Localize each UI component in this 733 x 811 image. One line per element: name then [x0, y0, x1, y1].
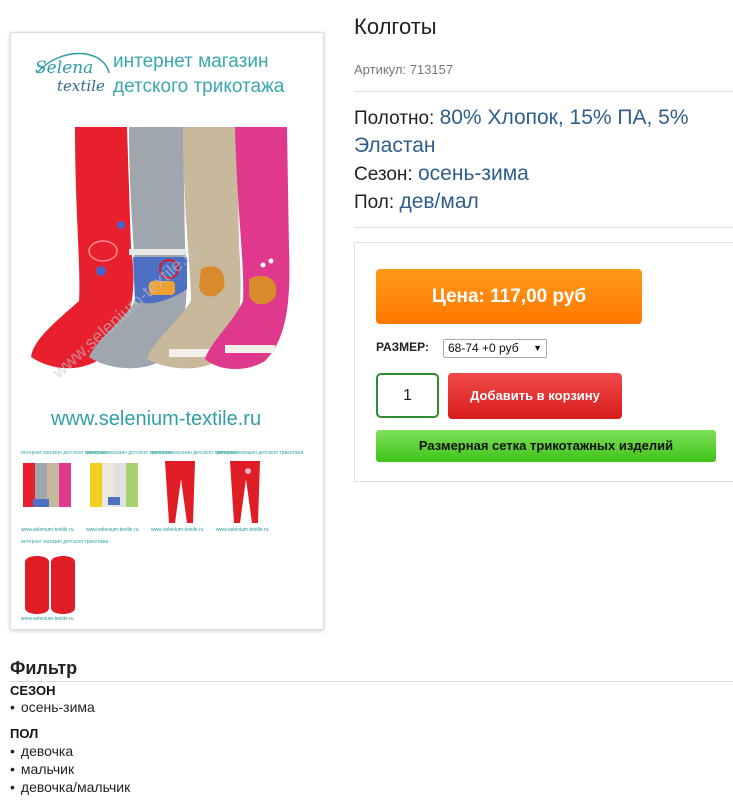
size-chart-button[interactable]: Размерная сетка трикотажных изделий: [376, 430, 716, 462]
filter-group-gender: ПОЛ: [10, 726, 39, 741]
divider: [354, 227, 733, 228]
main-product-image[interactable]: Selena textile интернет магазин детского…: [19, 39, 317, 443]
filter-title: Фильтр: [10, 658, 78, 678]
sku-label: Артикул:: [354, 62, 407, 77]
gallery-header-line1: интернет магазин: [113, 51, 268, 72]
thumb-header: интернет магазин детского трикотажа: [216, 450, 304, 456]
property-value: осень-зима: [418, 162, 529, 185]
thumbnail-2[interactable]: интернет магазин детского трикотажа www.…: [84, 449, 173, 534]
product-title: Колготы: [354, 14, 437, 39]
gallery-site-url: www.selenium-textile.ru: [50, 408, 261, 430]
thumb-url: www.selenium-textile.ru: [216, 527, 269, 533]
property-label: Полотно:: [354, 108, 435, 129]
filter-season-list: осень-зима: [10, 698, 95, 716]
divider: [10, 681, 733, 682]
svg-text:Selena: Selena: [35, 58, 93, 78]
thumb-url: www.selenium-textile.ru: [21, 616, 74, 622]
gallery-header-line2: детского трикотажа: [113, 76, 285, 97]
product-sku: Артикул: 713157: [354, 62, 453, 77]
thumb-image: [23, 463, 71, 507]
buy-box: Цена: 117,00 руб РАЗМЕР: 68-74 +0 руб ▼ …: [354, 242, 733, 482]
thumb-url: www.selenium-textile.ru: [151, 527, 204, 533]
property-gender: Пол: дев/мал: [354, 188, 724, 216]
size-selected-value: 68-74 +0 руб: [448, 341, 519, 355]
product-properties: Полотно: 80% Хлопок, 15% ПА, 5% Эластан …: [354, 104, 724, 216]
filter-option[interactable]: мальчик: [10, 760, 130, 778]
thumb-url: www.selenium-textile.ru: [21, 527, 74, 533]
filter-group-season: СЕЗОН: [10, 683, 56, 698]
filter-option[interactable]: девочка/мальчик: [10, 778, 130, 796]
property-value: дев/мал: [399, 190, 479, 213]
product-gallery: Selena textile интернет магазин детского…: [10, 32, 324, 630]
quantity-input[interactable]: 1: [376, 373, 439, 418]
property-label: Сезон:: [354, 164, 413, 185]
thumb-image: [165, 461, 195, 523]
thumb-url: www.selenium-textile.ru: [86, 527, 139, 533]
thumb-header: интернет магазин детского трикотажа: [21, 539, 109, 545]
filter-option[interactable]: девочка: [10, 742, 130, 760]
thumbnail-3[interactable]: интернет магазин детского трикотажа www.…: [149, 449, 238, 534]
svg-text:textile: textile: [57, 77, 105, 95]
price-button[interactable]: Цена: 117,00 руб: [376, 269, 642, 324]
divider: [354, 91, 733, 92]
size-select[interactable]: 68-74 +0 руб ▼: [443, 339, 547, 358]
filter-gender-list: девочка мальчик девочка/мальчик: [10, 742, 130, 796]
tights-illustration: Selena textile интернет магазин детского…: [31, 51, 290, 430]
property-fabric: Полотно: 80% Хлопок, 15% ПА, 5% Эластан: [354, 104, 724, 160]
thumb-image: [90, 463, 138, 507]
property-season: Сезон: осень-зима: [354, 160, 724, 188]
size-label: РАЗМЕР:: [376, 340, 429, 354]
thumb-image: [25, 556, 75, 614]
chevron-down-icon: ▼: [533, 343, 542, 353]
filter-option[interactable]: осень-зима: [10, 698, 95, 716]
selena-logo: Selena textile: [35, 52, 110, 95]
property-label: Пол:: [354, 192, 395, 213]
thumbnail-1[interactable]: интернет магазин детского трикотажа www.…: [19, 449, 108, 534]
thumbnail-4[interactable]: интернет магазин детского трикотажа www.…: [214, 449, 303, 534]
thumb-image: [230, 461, 260, 523]
thumbnail-5[interactable]: интернет магазин детского трикотажа www.…: [19, 538, 108, 623]
sku-value: 713157: [409, 62, 454, 77]
add-to-cart-button[interactable]: Добавить в корзину: [448, 373, 622, 419]
